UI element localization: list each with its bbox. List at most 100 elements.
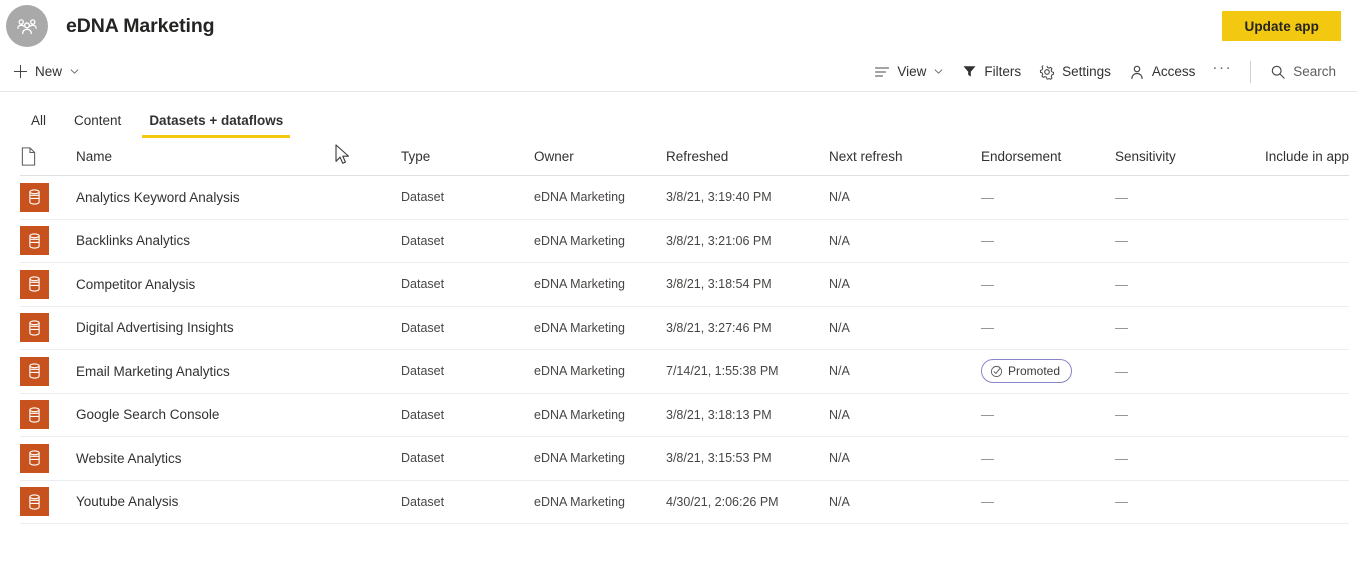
row-owner: eDNA Marketing bbox=[534, 190, 626, 205]
row-icon-cell bbox=[20, 269, 76, 299]
row-sensitivity: — bbox=[1115, 276, 1128, 292]
column-header-endorsement[interactable]: Endorsement bbox=[981, 149, 1115, 164]
row-name[interactable]: Digital Advertising Insights bbox=[76, 320, 401, 335]
chevron-down-icon bbox=[935, 69, 943, 74]
settings-label: Settings bbox=[1062, 64, 1111, 79]
row-type: Dataset bbox=[401, 494, 445, 509]
table-row[interactable]: Competitor Analysis Dataset eDNA Marketing… bbox=[20, 263, 1349, 307]
row-type: Dataset bbox=[401, 190, 445, 205]
new-button[interactable]: New bbox=[4, 56, 89, 88]
row-name[interactable]: Analytics Keyword Analysis bbox=[76, 190, 401, 205]
access-label: Access bbox=[1151, 64, 1196, 79]
tab-datasets-dataflows[interactable]: Datasets + dataflows bbox=[138, 113, 294, 138]
group-people-icon bbox=[17, 19, 37, 35]
row-owner: eDNA Marketing bbox=[534, 277, 626, 292]
row-name[interactable]: Email Marketing Analytics bbox=[76, 364, 401, 379]
row-endorsement-dash: — bbox=[981, 407, 994, 423]
row-name[interactable]: Website Analytics bbox=[76, 451, 401, 466]
workspace-avatar bbox=[6, 5, 48, 47]
row-endorsement-dash: — bbox=[981, 320, 994, 336]
settings-button[interactable]: Settings bbox=[1030, 56, 1120, 88]
tab-content[interactable]: Content bbox=[63, 113, 132, 138]
person-icon bbox=[1131, 65, 1143, 79]
access-button[interactable]: Access bbox=[1120, 56, 1205, 88]
row-endorsement: Promoted bbox=[981, 359, 1115, 384]
row-type: Dataset bbox=[401, 320, 445, 335]
column-header-refreshed[interactable]: Refreshed bbox=[666, 149, 829, 164]
row-owner: eDNA Marketing bbox=[534, 320, 626, 335]
dataset-icon bbox=[20, 443, 49, 473]
table-row[interactable]: Website Analytics Dataset eDNA Marketing 3/… bbox=[20, 437, 1349, 481]
column-header-type[interactable]: Type bbox=[401, 149, 534, 164]
search-input[interactable]: Search bbox=[1261, 56, 1345, 88]
column-header-sensitivity[interactable]: Sensitivity bbox=[1115, 149, 1265, 164]
view-list-icon bbox=[875, 66, 890, 77]
row-next-refresh: N/A bbox=[829, 451, 850, 466]
dataset-icon bbox=[20, 269, 49, 299]
column-header-next-refresh[interactable]: Next refresh bbox=[829, 149, 981, 164]
filter-icon bbox=[963, 66, 976, 77]
row-name[interactable]: Youtube Analysis bbox=[76, 494, 401, 509]
row-type: Dataset bbox=[401, 451, 445, 466]
table-row[interactable]: Youtube Analysis Dataset eDNA Marketing 4/3… bbox=[20, 481, 1349, 524]
row-icon-cell bbox=[20, 226, 76, 256]
row-icon-cell bbox=[20, 313, 76, 343]
dataset-icon bbox=[20, 182, 49, 212]
row-type: Dataset bbox=[401, 407, 445, 422]
content-tabs: All Content Datasets + dataflows bbox=[0, 92, 1357, 138]
dataset-icon bbox=[20, 226, 49, 256]
column-header-name[interactable]: Name bbox=[76, 149, 401, 164]
row-sensitivity: — bbox=[1115, 494, 1128, 510]
row-icon-cell bbox=[20, 182, 76, 212]
row-name[interactable]: Backlinks Analytics bbox=[76, 233, 401, 248]
row-owner: eDNA Marketing bbox=[534, 451, 626, 466]
row-endorsement: — bbox=[981, 494, 1115, 509]
row-refreshed: 3/8/21, 3:18:54 PM bbox=[666, 277, 772, 292]
table-body: Analytics Keyword Analysis Dataset eDNA Ma… bbox=[20, 176, 1349, 524]
row-sensitivity: — bbox=[1115, 407, 1128, 423]
column-header-owner[interactable]: Owner bbox=[534, 149, 666, 164]
row-owner: eDNA Marketing bbox=[534, 364, 626, 379]
row-refreshed: 3/8/21, 3:21:06 PM bbox=[666, 233, 772, 248]
chevron-down-icon bbox=[70, 69, 79, 74]
row-endorsement: — bbox=[981, 451, 1115, 466]
row-endorsement: — bbox=[981, 277, 1115, 292]
row-sensitivity: — bbox=[1115, 233, 1128, 249]
row-name[interactable]: Competitor Analysis bbox=[76, 277, 401, 292]
search-icon bbox=[1271, 65, 1285, 79]
plus-icon bbox=[13, 64, 28, 79]
status-badge[interactable]: Promoted bbox=[981, 359, 1073, 384]
column-header-include-in-app[interactable]: Include in app bbox=[1265, 149, 1349, 164]
row-next-refresh: N/A bbox=[829, 320, 850, 335]
more-options-button[interactable]: ··· bbox=[1204, 60, 1240, 80]
status-badge-label: Promoted bbox=[1008, 364, 1061, 379]
table-row[interactable]: Digital Advertising Insights Dataset eDNA … bbox=[20, 307, 1349, 350]
update-app-button[interactable]: Update app bbox=[1222, 11, 1341, 41]
filters-button[interactable]: Filters bbox=[953, 56, 1030, 88]
row-owner: eDNA Marketing bbox=[534, 494, 626, 509]
view-button[interactable]: View bbox=[865, 56, 953, 88]
table-row[interactable]: Analytics Keyword Analysis Dataset eDNA Ma… bbox=[20, 176, 1349, 220]
row-owner: eDNA Marketing bbox=[534, 407, 626, 422]
dataset-icon bbox=[20, 313, 49, 343]
row-name[interactable]: Google Search Console bbox=[76, 407, 401, 422]
row-type: Dataset bbox=[401, 364, 445, 379]
row-next-refresh: N/A bbox=[829, 364, 850, 379]
row-sensitivity: — bbox=[1115, 363, 1128, 379]
row-type: Dataset bbox=[401, 233, 445, 248]
command-bar-divider bbox=[1250, 60, 1252, 83]
row-endorsement: — bbox=[981, 190, 1115, 205]
column-header-icon bbox=[20, 147, 76, 166]
row-icon-cell bbox=[20, 487, 76, 517]
row-refreshed: 3/8/21, 3:19:40 PM bbox=[666, 190, 772, 205]
search-placeholder: Search bbox=[1293, 64, 1336, 79]
table-row[interactable]: Email Marketing Analytics Dataset eDNA Mar… bbox=[20, 350, 1349, 394]
row-endorsement-dash: — bbox=[981, 494, 994, 510]
row-endorsement-dash: — bbox=[981, 189, 994, 205]
table-row[interactable]: Google Search Console Dataset eDNA Marketi… bbox=[20, 394, 1349, 437]
table-row[interactable]: Backlinks Analytics Dataset eDNA Marketing… bbox=[20, 220, 1349, 263]
workspace-header: eDNA Marketing Update app bbox=[0, 0, 1357, 52]
tab-all[interactable]: All bbox=[20, 113, 57, 138]
row-refreshed: 4/30/21, 2:06:26 PM bbox=[666, 494, 779, 509]
row-endorsement: — bbox=[981, 233, 1115, 248]
